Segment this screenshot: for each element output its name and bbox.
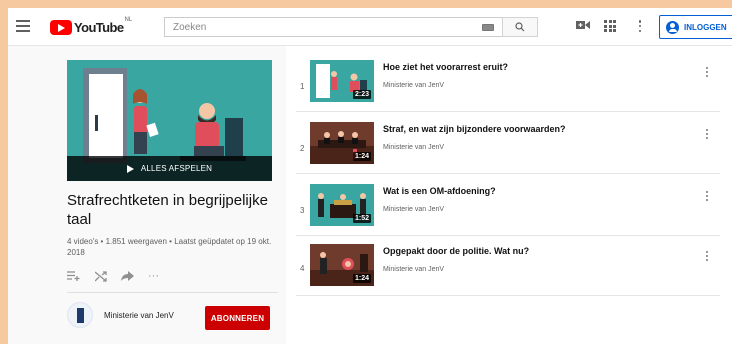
video-title[interactable]: Hoe ziet het voorarrest eruit? [383,62,508,72]
video-thumbnail[interactable]: 1:24 [310,244,374,286]
more-vert-icon[interactable] [705,191,709,201]
keyboard-icon[interactable] [482,23,494,31]
playlist-stats: 4 video's • 1.851 weergaven • Laatst geü… [67,237,272,257]
share-icon[interactable] [121,271,134,281]
video-duration: 1:52 [352,214,371,223]
channel-name[interactable]: Ministerie van JenV [104,311,174,320]
channel-avatar[interactable] [67,302,93,328]
video-thumbnail[interactable]: 1:52 [310,184,374,226]
video-channel[interactable]: Ministerie van JenV [383,144,444,151]
video-title[interactable]: Wat is een OM-afdoening? [383,186,496,196]
row-divider [296,235,720,236]
more-vert-icon[interactable] [705,67,709,77]
video-index: 2 [300,144,305,153]
video-channel[interactable]: Ministerie van JenV [383,206,444,213]
logo-country-code: NL [124,17,133,23]
play-all-button[interactable]: ALLES AFSPELEN [67,156,272,181]
video-channel[interactable]: Ministerie van JenV [383,266,444,273]
add-to-queue-icon[interactable] [67,271,81,281]
video-duration: 1:24 [352,274,371,283]
video-index: 1 [300,82,305,91]
video-channel[interactable]: Ministerie van JenV [383,82,444,89]
playlist-title: Strafrechtketen in begrijpelijke taal [67,192,268,228]
search-placeholder: Zoeken [173,21,207,33]
search-icon [515,22,525,32]
search-input[interactable]: Zoeken [164,17,502,37]
login-label: INLOGGEN [684,22,727,32]
video-index: 4 [300,264,305,273]
more-vert-icon[interactable] [638,20,642,32]
more-horiz-icon[interactable]: ··· [148,270,159,282]
playlist-thumbnail[interactable]: ALLES AFSPELEN [67,60,272,181]
more-vert-icon[interactable] [705,251,709,261]
video-index: 3 [300,206,305,215]
login-button[interactable]: INLOGGEN [659,15,732,39]
row-divider [296,111,720,112]
playlist-actions: ··· [67,270,159,282]
divider [67,292,278,293]
shuffle-icon[interactable] [95,270,107,282]
video-title[interactable]: Straf, en wat zijn bijzondere voorwaarde… [383,124,566,134]
playlist-video-item[interactable]: 1 2:23 Hoe ziet het voorarrest eruit? Mi… [300,60,720,122]
playlist-video-item[interactable]: 2 1:24 Straf, en wat zijn bijzondere voo… [300,122,720,184]
search-button[interactable] [502,17,538,37]
video-duration: 2:23 [352,90,371,99]
menu-icon[interactable] [16,20,30,32]
video-duration: 1:24 [352,152,371,161]
playlist-sidebar: ALLES AFSPELEN Strafrechtketen in begrij… [8,46,286,344]
play-icon [126,164,134,173]
row-divider [296,295,720,296]
playlist-video-list: 1 2:23 Hoe ziet het voorarrest eruit? Mi… [286,46,732,344]
video-camera-icon[interactable] [576,20,590,30]
search-bar: Zoeken [164,17,538,37]
top-bar: YouTube NL Zoeken INLOGGEN [8,8,732,46]
playlist-owner[interactable]: Ministerie van JenV [67,302,174,328]
row-divider [296,173,720,174]
play-all-label: ALLES AFSPELEN [140,164,213,173]
playlist-video-item[interactable]: 4 1:24 Opgepakt door de politie. Wat nu?… [300,244,720,306]
more-vert-icon[interactable] [705,129,709,139]
apps-icon[interactable] [604,20,616,32]
account-icon [666,20,679,34]
youtube-logo[interactable]: YouTube NL [50,17,133,35]
subscribe-button[interactable]: ABONNEREN [205,306,270,330]
video-thumbnail[interactable]: 2:23 [310,60,374,102]
video-thumbnail[interactable]: 1:24 [310,122,374,164]
youtube-play-icon [50,19,72,35]
logo-text: YouTube [74,19,124,35]
video-title[interactable]: Opgepakt door de politie. Wat nu? [383,246,529,256]
playlist-video-item[interactable]: 3 1:52 Wat is een OM-afdoening? Minister… [300,184,720,246]
